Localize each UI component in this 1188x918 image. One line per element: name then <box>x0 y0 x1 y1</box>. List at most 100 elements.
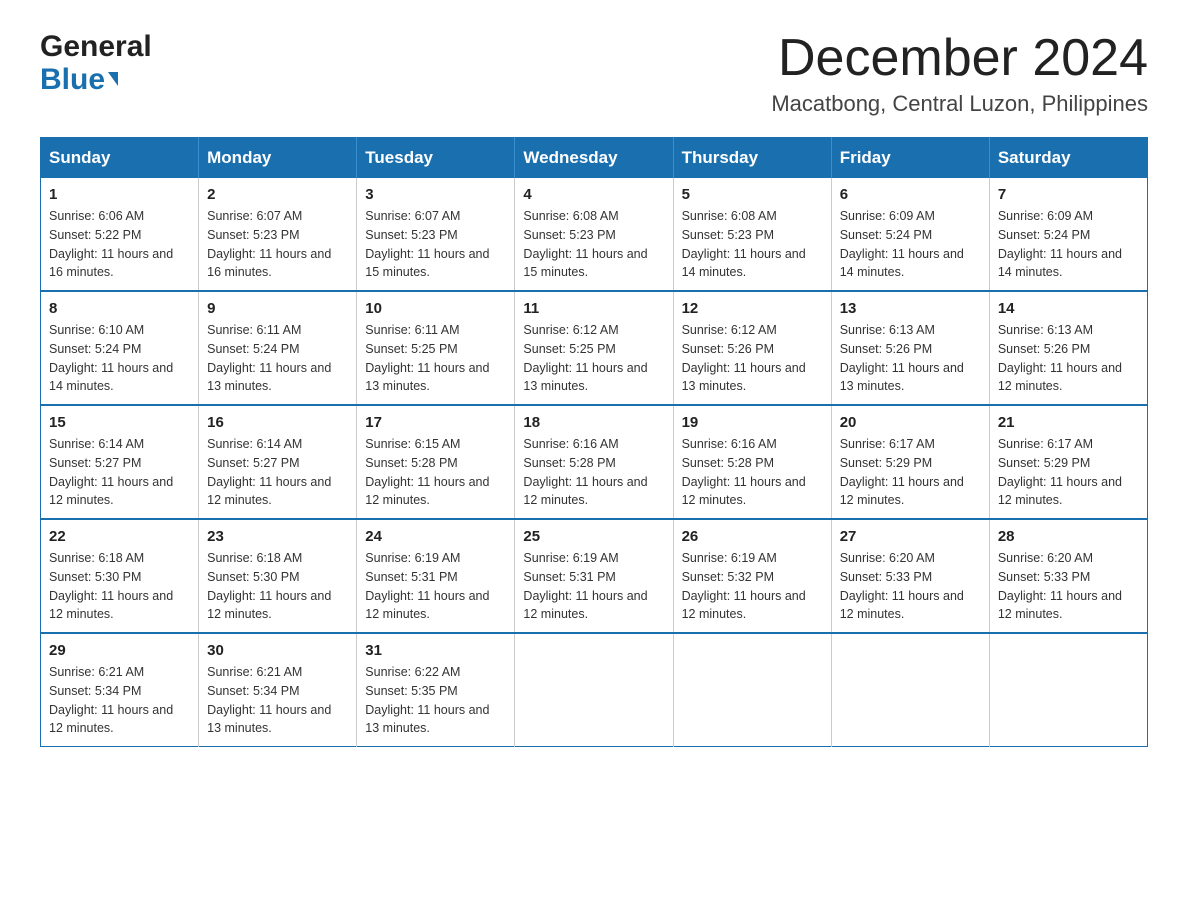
title-block: December 2024 Macatbong, Central Luzon, … <box>771 30 1148 117</box>
day-info: Sunrise: 6:18 AMSunset: 5:30 PMDaylight:… <box>49 549 190 624</box>
day-number: 17 <box>365 414 506 431</box>
day-number: 19 <box>682 414 823 431</box>
day-info: Sunrise: 6:14 AMSunset: 5:27 PMDaylight:… <box>49 435 190 510</box>
logo: General Blue <box>40 30 152 96</box>
calendar-week-row: 1Sunrise: 6:06 AMSunset: 5:22 PMDaylight… <box>41 178 1148 291</box>
calendar-cell <box>673 633 831 747</box>
calendar-cell: 15 Sunrise: 6:14 AMSunset: 5:27 PMDayligh… <box>41 405 199 519</box>
day-number: 9 <box>207 300 348 317</box>
day-info: Sunrise: 6:11 AMSunset: 5:24 PMDaylight:… <box>207 321 348 396</box>
page-header: General Blue December 2024 Macatbong, Ce… <box>40 30 1148 117</box>
day-number: 11 <box>523 300 664 317</box>
calendar-cell: 12 Sunrise: 6:12 AMSunset: 5:26 PMDayligh… <box>673 291 831 405</box>
day-info: Sunrise: 6:20 AMSunset: 5:33 PMDaylight:… <box>840 549 981 624</box>
day-info: Sunrise: 6:19 AMSunset: 5:31 PMDaylight:… <box>523 549 664 624</box>
day-info: Sunrise: 6:17 AMSunset: 5:29 PMDaylight:… <box>840 435 981 510</box>
calendar-cell: 17 Sunrise: 6:15 AMSunset: 5:28 PMDayligh… <box>357 405 515 519</box>
day-number: 20 <box>840 414 981 431</box>
calendar-cell: 11 Sunrise: 6:12 AMSunset: 5:25 PMDayligh… <box>515 291 673 405</box>
day-info: Sunrise: 6:09 AMSunset: 5:24 PMDaylight:… <box>998 207 1139 282</box>
calendar-cell: 20 Sunrise: 6:17 AMSunset: 5:29 PMDayligh… <box>831 405 989 519</box>
day-info: Sunrise: 6:12 AMSunset: 5:26 PMDaylight:… <box>682 321 823 396</box>
day-number: 22 <box>49 528 190 545</box>
day-number: 12 <box>682 300 823 317</box>
calendar-cell: 14 Sunrise: 6:13 AMSunset: 5:26 PMDayligh… <box>989 291 1147 405</box>
calendar-cell: 2 Sunrise: 6:07 AMSunset: 5:23 PMDaylight… <box>199 178 357 291</box>
col-header-thursday: Thursday <box>673 138 831 179</box>
day-info: Sunrise: 6:15 AMSunset: 5:28 PMDaylight:… <box>365 435 506 510</box>
day-info: Sunrise: 6:08 AMSunset: 5:23 PMDaylight:… <box>523 207 664 282</box>
day-info: Sunrise: 6:11 AMSunset: 5:25 PMDaylight:… <box>365 321 506 396</box>
calendar-cell: 28Sunrise: 6:20 AMSunset: 5:33 PMDayligh… <box>989 519 1147 633</box>
calendar-cell <box>515 633 673 747</box>
day-number: 6 <box>840 186 981 203</box>
month-title: December 2024 <box>771 30 1148 87</box>
day-info: Sunrise: 6:09 AMSunset: 5:24 PMDaylight:… <box>840 207 981 282</box>
day-info: Sunrise: 6:18 AMSunset: 5:30 PMDaylight:… <box>207 549 348 624</box>
calendar-cell: 1Sunrise: 6:06 AMSunset: 5:22 PMDaylight… <box>41 178 199 291</box>
calendar-cell: 6 Sunrise: 6:09 AMSunset: 5:24 PMDaylight… <box>831 178 989 291</box>
day-info: Sunrise: 6:22 AMSunset: 5:35 PMDaylight:… <box>365 663 506 738</box>
day-info: Sunrise: 6:12 AMSunset: 5:25 PMDaylight:… <box>523 321 664 396</box>
calendar-week-row: 22 Sunrise: 6:18 AMSunset: 5:30 PMDayligh… <box>41 519 1148 633</box>
day-number: 28 <box>998 528 1139 545</box>
logo-blue-text: Blue <box>40 63 152 96</box>
day-number: 21 <box>998 414 1139 431</box>
day-number: 15 <box>49 414 190 431</box>
calendar-cell: 30 Sunrise: 6:21 AMSunset: 5:34 PMDayligh… <box>199 633 357 747</box>
day-info: Sunrise: 6:07 AMSunset: 5:23 PMDaylight:… <box>365 207 506 282</box>
day-info: Sunrise: 6:14 AMSunset: 5:27 PMDaylight:… <box>207 435 348 510</box>
col-header-monday: Monday <box>199 138 357 179</box>
calendar-cell: 31 Sunrise: 6:22 AMSunset: 5:35 PMDayligh… <box>357 633 515 747</box>
calendar-cell: 25 Sunrise: 6:19 AMSunset: 5:31 PMDayligh… <box>515 519 673 633</box>
calendar-header-row: SundayMondayTuesdayWednesdayThursdayFrid… <box>41 138 1148 179</box>
day-number: 29 <box>49 642 190 659</box>
calendar-cell: 13Sunrise: 6:13 AMSunset: 5:26 PMDayligh… <box>831 291 989 405</box>
day-info: Sunrise: 6:21 AMSunset: 5:34 PMDaylight:… <box>207 663 348 738</box>
col-header-sunday: Sunday <box>41 138 199 179</box>
day-number: 2 <box>207 186 348 203</box>
calendar-cell: 22 Sunrise: 6:18 AMSunset: 5:30 PMDayligh… <box>41 519 199 633</box>
calendar-cell: 29 Sunrise: 6:21 AMSunset: 5:34 PMDayligh… <box>41 633 199 747</box>
col-header-wednesday: Wednesday <box>515 138 673 179</box>
logo-arrow-icon <box>108 72 118 86</box>
day-number: 31 <box>365 642 506 659</box>
calendar-cell <box>831 633 989 747</box>
calendar-cell: 9 Sunrise: 6:11 AMSunset: 5:24 PMDaylight… <box>199 291 357 405</box>
day-number: 13 <box>840 300 981 317</box>
day-number: 5 <box>682 186 823 203</box>
calendar-cell: 16Sunrise: 6:14 AMSunset: 5:27 PMDayligh… <box>199 405 357 519</box>
day-number: 4 <box>523 186 664 203</box>
col-header-saturday: Saturday <box>989 138 1147 179</box>
calendar-cell: 3Sunrise: 6:07 AMSunset: 5:23 PMDaylight… <box>357 178 515 291</box>
calendar-cell: 24Sunrise: 6:19 AMSunset: 5:31 PMDayligh… <box>357 519 515 633</box>
calendar-cell: 5 Sunrise: 6:08 AMSunset: 5:23 PMDaylight… <box>673 178 831 291</box>
day-number: 10 <box>365 300 506 317</box>
calendar-cell: 7Sunrise: 6:09 AMSunset: 5:24 PMDaylight… <box>989 178 1147 291</box>
day-info: Sunrise: 6:16 AMSunset: 5:28 PMDaylight:… <box>682 435 823 510</box>
calendar-week-row: 15 Sunrise: 6:14 AMSunset: 5:27 PMDayligh… <box>41 405 1148 519</box>
day-info: Sunrise: 6:10 AMSunset: 5:24 PMDaylight:… <box>49 321 190 396</box>
day-info: Sunrise: 6:21 AMSunset: 5:34 PMDaylight:… <box>49 663 190 738</box>
calendar-table: SundayMondayTuesdayWednesdayThursdayFrid… <box>40 137 1148 747</box>
col-header-friday: Friday <box>831 138 989 179</box>
day-info: Sunrise: 6:19 AMSunset: 5:32 PMDaylight:… <box>682 549 823 624</box>
calendar-cell: 8Sunrise: 6:10 AMSunset: 5:24 PMDaylight… <box>41 291 199 405</box>
calendar-cell <box>989 633 1147 747</box>
day-info: Sunrise: 6:07 AMSunset: 5:23 PMDaylight:… <box>207 207 348 282</box>
col-header-tuesday: Tuesday <box>357 138 515 179</box>
calendar-cell: 19 Sunrise: 6:16 AMSunset: 5:28 PMDayligh… <box>673 405 831 519</box>
day-number: 26 <box>682 528 823 545</box>
calendar-cell: 26 Sunrise: 6:19 AMSunset: 5:32 PMDayligh… <box>673 519 831 633</box>
calendar-cell: 23 Sunrise: 6:18 AMSunset: 5:30 PMDayligh… <box>199 519 357 633</box>
day-info: Sunrise: 6:16 AMSunset: 5:28 PMDaylight:… <box>523 435 664 510</box>
day-number: 14 <box>998 300 1139 317</box>
day-number: 27 <box>840 528 981 545</box>
day-number: 1 <box>49 186 190 203</box>
day-number: 18 <box>523 414 664 431</box>
day-info: Sunrise: 6:08 AMSunset: 5:23 PMDaylight:… <box>682 207 823 282</box>
day-number: 23 <box>207 528 348 545</box>
day-number: 30 <box>207 642 348 659</box>
day-info: Sunrise: 6:13 AMSunset: 5:26 PMDaylight:… <box>998 321 1139 396</box>
day-number: 25 <box>523 528 664 545</box>
